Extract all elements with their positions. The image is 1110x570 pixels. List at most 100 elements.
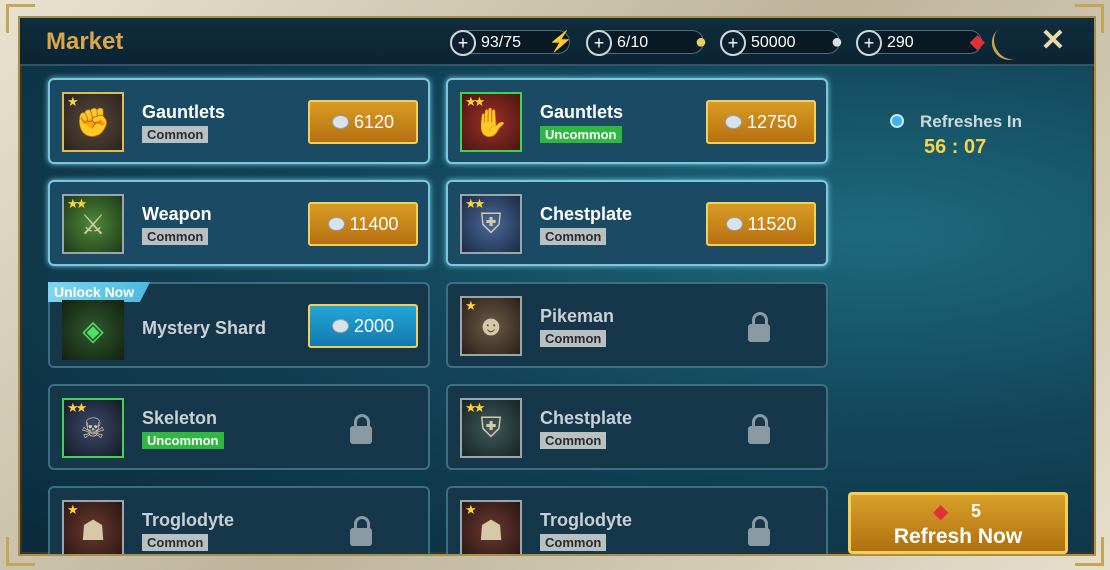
rarity-badge: Common (540, 228, 607, 245)
refresh-now-button[interactable]: ◆ 5 Refresh Now (848, 492, 1068, 554)
corner-ornament (1075, 4, 1104, 33)
rarity-badge: Common (142, 534, 209, 551)
item-name: Chestplate (540, 408, 633, 428)
item-name: Weapon (142, 204, 212, 224)
item-portrait: ★★ ☠ (62, 398, 124, 458)
rarity-badge: Common (540, 432, 607, 449)
market-item-troglodyte[interactable]: ★ ☗ Troglodyte Common (48, 486, 430, 554)
market-item-troglodyte-2[interactable]: ★ ☗ Troglodyte Common (446, 486, 828, 554)
troglodyte-portrait-icon: ☗ (478, 514, 504, 546)
silver-coin-icon (331, 115, 349, 129)
item-name: Skeleton (142, 408, 218, 428)
buy-button[interactable]: 6120 (308, 100, 418, 144)
market-panel: Market + 93/75 ⚡ + 6/10 ● + 50000 ● + 29… (18, 16, 1096, 556)
market-item-weapon[interactable]: ★★ ⚔ Weapon Common 11400 (48, 180, 430, 266)
rarity-badge: Common (142, 228, 209, 245)
market-item-chestplate-locked[interactable]: ★★ ⛨ Chestplate Common (446, 384, 828, 470)
refresh-now-label: Refresh Now (893, 525, 1023, 548)
buy-button[interactable]: 12750 (706, 100, 816, 144)
skeleton-portrait-icon: ☠ (80, 412, 106, 444)
item-name: Gauntlets (540, 102, 624, 122)
item-name: Troglodyte (540, 510, 633, 530)
market-item-mystery-shard[interactable]: Unlock Now ◈ Mystery Shard 2000 (48, 282, 430, 368)
price-value: 6120 (353, 112, 395, 132)
lock-icon (350, 414, 372, 444)
pikeman-portrait-icon: ☻ (476, 310, 506, 341)
item-portrait: ★★ ⚔ (62, 194, 124, 254)
rarity-badge: Uncommon (142, 432, 224, 449)
corner-ornament (6, 4, 35, 33)
silver-coin-icon (724, 115, 742, 129)
lock-icon (350, 516, 372, 546)
item-portrait: ★ ✊ (62, 92, 124, 152)
silver-coin-icon (327, 217, 345, 231)
price-value: 2000 (353, 316, 395, 336)
add-energy-button[interactable]: + (450, 30, 476, 56)
rarity-badge: Common (540, 330, 607, 347)
page-title: Market (46, 28, 124, 55)
energy-icon: ⚡ (548, 31, 573, 53)
price-value: 11520 (747, 214, 797, 234)
item-name: Mystery Shard (142, 318, 267, 338)
item-portrait: ★★ ⛨ (460, 398, 522, 458)
close-button[interactable]: ✕ (1038, 26, 1068, 56)
item-name: Chestplate (540, 204, 633, 224)
price-value: 11400 (349, 214, 399, 234)
silver-value: 50000 (751, 34, 796, 51)
chestplate-icon: ⛨ (480, 207, 502, 239)
market-window-frame: Market + 93/75 ⚡ + 6/10 ● + 50000 ● + 29… (0, 0, 1110, 570)
market-item-gauntlets-common[interactable]: ★ ✊ Gauntlets Common 6120 (48, 78, 430, 164)
gem-icon: ◆ (969, 31, 985, 53)
add-gem-button[interactable]: + (856, 30, 882, 56)
sword-icon: ⚔ (80, 208, 106, 240)
arena-token-value: 6/10 (617, 34, 649, 51)
item-portrait: ★ ☻ (460, 296, 522, 356)
market-item-pikeman[interactable]: ★ ☻ Pikeman Common (446, 282, 828, 368)
item-portrait: ◈ (62, 300, 124, 360)
buy-button[interactable]: 11400 (308, 202, 418, 246)
clock-icon (890, 114, 904, 128)
lock-icon (748, 414, 770, 444)
refresh-cost: 5 (971, 501, 982, 521)
rarity-badge: Uncommon (540, 126, 622, 143)
add-silver-button[interactable]: + (720, 30, 746, 56)
refresh-label: Refreshes In (920, 112, 1023, 131)
item-portrait: ★★ ⛨ (460, 194, 522, 254)
gem-value: 290 (887, 34, 914, 51)
price-value: 12750 (746, 112, 798, 132)
market-item-gauntlets-uncommon[interactable]: ★★ ✋ Gauntlets Uncommon 12750 (446, 78, 828, 164)
energy-value: 93/75 (481, 34, 522, 51)
energy-resource[interactable]: + 93/75 ⚡ (450, 30, 573, 56)
buy-button[interactable]: 2000 (308, 304, 418, 348)
arena-token-icon: ● (694, 31, 707, 53)
item-portrait: ★ ☗ (460, 500, 522, 554)
lock-icon (748, 516, 770, 546)
item-portrait: ★ ☗ (62, 500, 124, 554)
rarity-badge: Common (540, 534, 607, 551)
corner-ornament (1075, 537, 1104, 566)
mystery-shard-icon: ◈ (82, 314, 104, 346)
silver-icon: ● (830, 31, 843, 53)
market-item-chestplate[interactable]: ★★ ⛨ Chestplate Common 11520 (446, 180, 828, 266)
troglodyte-portrait-icon: ☗ (80, 514, 106, 546)
bow-ornament-icon (985, 20, 1032, 66)
buy-button[interactable]: 11520 (706, 202, 816, 246)
unlock-now-ribbon: Unlock Now (48, 282, 151, 302)
arena-token-resource[interactable]: + 6/10 ● (586, 30, 707, 56)
gem-resource[interactable]: + 290 ◆ (856, 30, 985, 56)
refresh-timer: 56 : 07 (924, 136, 987, 158)
item-name: Gauntlets (142, 102, 226, 122)
market-header: Market + 93/75 ⚡ + 6/10 ● + 50000 ● + 29… (20, 18, 1094, 66)
market-item-skeleton[interactable]: ★★ ☠ Skeleton Uncommon (48, 384, 430, 470)
item-name: Troglodyte (142, 510, 235, 530)
silver-coin-icon (331, 319, 349, 333)
silver-resource[interactable]: + 50000 ● (720, 30, 843, 56)
add-arena-token-button[interactable]: + (586, 30, 612, 56)
chestplate-icon: ⛨ (480, 411, 502, 443)
item-portrait: ★★ ✋ (460, 92, 522, 152)
silver-coin-icon (725, 217, 743, 231)
item-name: Pikeman (540, 306, 615, 326)
rarity-badge: Common (142, 126, 209, 143)
gem-icon: ◆ (933, 501, 949, 523)
gauntlet-icon: ✊ (75, 106, 111, 138)
